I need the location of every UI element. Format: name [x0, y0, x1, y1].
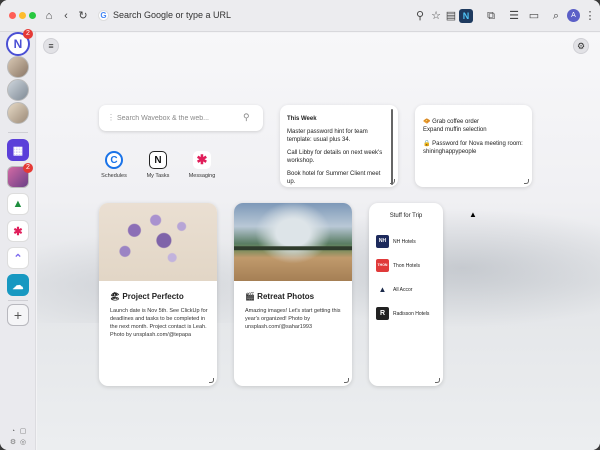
slack-icon: ✱ [193, 151, 211, 169]
wallet-icon[interactable]: ▤ [444, 9, 458, 23]
card-image [99, 203, 217, 281]
search-icon[interactable]: ⚲ [243, 112, 250, 123]
shortcut-label: My Tasks [146, 173, 170, 179]
minimize-window-button[interactable] [19, 12, 26, 19]
todo-note[interactable]: 🧇 Grab coffee order Expand muffin select… [415, 105, 532, 187]
extensions-icon[interactable]: ⧉ [484, 9, 498, 23]
wavebox-search: ⋮ ⚲ [99, 105, 263, 131]
avatar[interactable] [7, 56, 29, 78]
sidebar-divider [8, 132, 28, 133]
card-title: 🎬 Retreat Photos [245, 292, 315, 301]
drag-handle-icon[interactable]: ⋮ [107, 113, 115, 122]
note-line: Master password hint for team template: … [287, 129, 368, 143]
back-icon[interactable]: ‹ [59, 9, 73, 23]
add-app-button[interactable]: + [7, 304, 29, 326]
avatar[interactable] [7, 79, 29, 101]
list-item-label: NH Hotels [393, 239, 416, 245]
note-line: 🔒 Password for Nova meeting room: shinin… [423, 141, 523, 155]
maximize-window-button[interactable] [29, 12, 36, 19]
app-badge: 2 [23, 163, 33, 173]
home-icon[interactable]: ⌂ [42, 9, 56, 23]
salesforce-icon[interactable]: ☁ [7, 274, 29, 296]
stuff-for-trip-card: Stuff for Trip NH NH Hotels THON Thon Ho… [369, 203, 443, 386]
hamburger-menu-icon[interactable]: ≡ [43, 38, 59, 54]
google-drive-icon[interactable]: ▲ [7, 193, 29, 215]
list-item-label: All Accor [393, 287, 413, 293]
lock-icon[interactable]: ▢ [19, 428, 27, 436]
resize-handle[interactable] [435, 378, 440, 383]
dashboard: ≡ ⚙ ⋮ ⚲ C Schedules N My Tasks ✱ Messagi… [37, 33, 600, 450]
zoom-icon[interactable]: ⚲ [413, 9, 427, 23]
note-line: Book hotel for Summer Client meet up. [287, 171, 381, 185]
slack-icon[interactable]: ✱ [7, 220, 29, 242]
webex-icon: C [105, 151, 123, 169]
resize-handle[interactable] [344, 378, 349, 383]
resize-handle[interactable] [209, 378, 214, 383]
shortcut-label: Messaging [188, 173, 216, 179]
browser-toolbar: ⌂ ‹ ↻ G Search Google or type a URL ⚲ ☆ … [0, 0, 600, 32]
card-title: 🏖 Project Perfecto [110, 292, 184, 301]
google-icon: G [98, 10, 109, 21]
star-icon[interactable]: ☆ [429, 9, 443, 23]
tab-strip-icon[interactable]: ☰ [507, 9, 521, 23]
radisson-icon: R [376, 307, 389, 320]
card-image [234, 203, 352, 281]
notification-bell-icon[interactable]: ◔ [9, 428, 17, 436]
card-body: Amazing images! Let's start getting this… [245, 308, 341, 330]
resize-handle[interactable] [524, 179, 529, 184]
settings-gear-icon[interactable]: ⚙ [573, 38, 589, 54]
this-week-note[interactable]: This Week Master password hint for team … [280, 105, 398, 187]
resize-handle[interactable] [390, 179, 395, 184]
menu-dots-icon[interactable]: ⋮ [583, 9, 597, 23]
mouse-cursor-icon: ▲ [469, 210, 477, 219]
avatar[interactable] [7, 102, 29, 124]
note-line: 🧇 Grab coffee order [423, 119, 480, 125]
nh-hotels-icon: NH [376, 235, 389, 248]
scrollbar[interactable] [391, 109, 393, 185]
note-title: This Week [287, 116, 317, 122]
accor-icon: ▲ [376, 283, 389, 296]
card-body: Launch date is Nov 5th. See ClickUp for … [110, 308, 208, 338]
logo-badge: 2 [23, 29, 33, 39]
settings-gear-icon[interactable]: ⚙ [9, 439, 17, 447]
download-icon[interactable]: ▭ [527, 9, 541, 23]
search-icon[interactable]: ⌕ [549, 9, 563, 23]
app-sidebar: N 2 ▦ 2 ▲ ✱ ⌃ ☁ + ◔ ▢ ⚙ ◎ [0, 29, 36, 450]
reload-icon[interactable]: ↻ [76, 9, 90, 23]
retreat-photos-card[interactable]: 🎬 Retreat Photos Amazing images! Let's s… [234, 203, 352, 386]
card-title: Stuff for Trip [389, 213, 423, 219]
extension-n-icon[interactable]: N [459, 9, 473, 23]
clickup-icon[interactable]: ⌃ [7, 247, 29, 269]
close-window-button[interactable] [9, 12, 16, 19]
omnibox[interactable]: Search Google or type a URL [113, 10, 231, 20]
spaces-icon[interactable]: ▦ [7, 139, 29, 161]
list-item-label: Thon Hotels [393, 263, 420, 269]
search-input[interactable] [117, 110, 237, 126]
shortcut-schedules[interactable]: C Schedules [96, 151, 132, 180]
notion-icon: N [149, 151, 167, 169]
browser-window: ⌂ ‹ ↻ G Search Google or type a URL ⚲ ☆ … [0, 0, 600, 450]
profile-avatar[interactable]: A [567, 9, 580, 22]
shortcut-label: Schedules [101, 173, 127, 179]
shortcut-my-tasks[interactable]: N My Tasks [140, 151, 176, 180]
sidebar-divider [8, 300, 28, 301]
thon-hotels-icon: THON [376, 259, 389, 272]
status-icon[interactable]: ◎ [19, 439, 27, 447]
note-line: Expand muffin selection [423, 127, 487, 133]
project-perfecto-card[interactable]: 🏖 Project Perfecto Launch date is Nov 5t… [99, 203, 217, 386]
note-line: Call Libby for details on next week's wo… [287, 150, 383, 164]
list-item-label: Radisson Hotels [393, 311, 430, 317]
shortcut-messaging[interactable]: ✱ Messaging [184, 151, 220, 180]
